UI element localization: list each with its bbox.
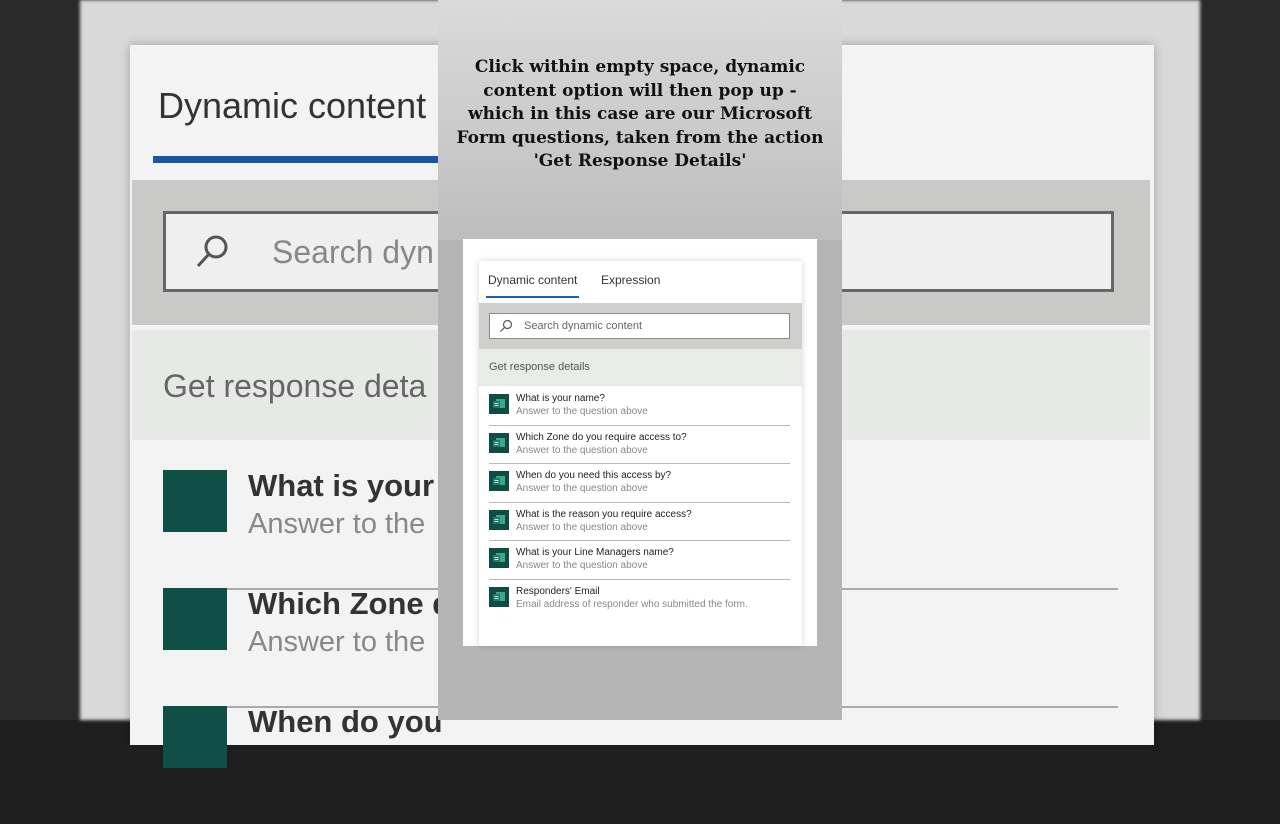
item-name: What is your name?: [516, 393, 605, 404]
dynamic-content-flyout: Dynamic content Expression Search dynami…: [479, 261, 802, 646]
background-row-name: What is your: [248, 468, 435, 503]
search-icon: [500, 319, 513, 332]
dynamic-content-list: What is your name? Answer to the questio…: [489, 387, 790, 617]
item-desc: Email address of responder who submitted…: [516, 598, 748, 610]
background-title: Dynamic content: [158, 85, 427, 126]
forms-icon: [489, 394, 509, 414]
group-header: Get response details: [479, 349, 802, 386]
list-item[interactable]: What is your Line Managers name? Answer …: [489, 541, 790, 580]
forms-icon: [163, 470, 227, 532]
list-item[interactable]: What is the reason you require access? A…: [489, 503, 790, 541]
background-row-name: Which Zone d: [248, 586, 452, 621]
item-name: Which Zone do you require access to?: [516, 431, 687, 443]
background-row-desc: Answer to the: [248, 626, 426, 658]
item-desc: Answer to the question above: [516, 560, 648, 571]
item-desc: Answer to the question above: [516, 483, 648, 494]
tab-bar: Dynamic content Expression: [479, 261, 802, 303]
item-name: When do you need this access by?: [516, 470, 672, 481]
list-item[interactable]: What is your name? Answer to the questio…: [489, 387, 790, 426]
background-tab-underline: [153, 156, 453, 163]
forms-icon: [489, 432, 509, 453]
forms-icon: [489, 586, 509, 607]
search-placeholder: Search dynamic content: [524, 320, 643, 332]
forms-icon: [489, 548, 509, 568]
tab-expression[interactable]: Expression: [601, 273, 660, 287]
forms-icon: [163, 588, 227, 650]
forms-icon: [489, 509, 509, 530]
item-desc: Answer to the question above: [516, 444, 648, 456]
background-search-placeholder: Search dyn: [272, 234, 434, 270]
background-group-label: Get response deta: [163, 368, 427, 404]
item-name: Responders' Email: [516, 585, 600, 597]
forms-icon: [489, 471, 509, 491]
background-row-desc: Answer to the: [248, 508, 426, 540]
background-row-name: When do you: [248, 704, 443, 739]
item-name: What is your Line Managers name?: [516, 547, 674, 558]
group-header-label: Get response details: [489, 361, 590, 373]
forms-icon: [163, 706, 227, 768]
search-icon: [196, 235, 228, 268]
item-name: What is the reason you require access?: [516, 508, 692, 520]
list-item[interactable]: Which Zone do you require access to? Ans…: [489, 426, 790, 464]
search-input[interactable]: Search dynamic content: [489, 313, 790, 339]
list-item[interactable]: When do you need this access by? Answer …: [489, 464, 790, 503]
tab-dynamic-content[interactable]: Dynamic content: [488, 273, 577, 287]
active-tab-indicator: [486, 296, 579, 298]
background-row: When do you: [163, 704, 1118, 824]
list-item[interactable]: Responders' Email Email address of respo…: [489, 580, 790, 618]
caption-text: Click within empty space, dynamic conten…: [456, 57, 824, 171]
item-desc: Answer to the question above: [516, 406, 648, 417]
item-desc: Answer to the question above: [516, 521, 648, 533]
